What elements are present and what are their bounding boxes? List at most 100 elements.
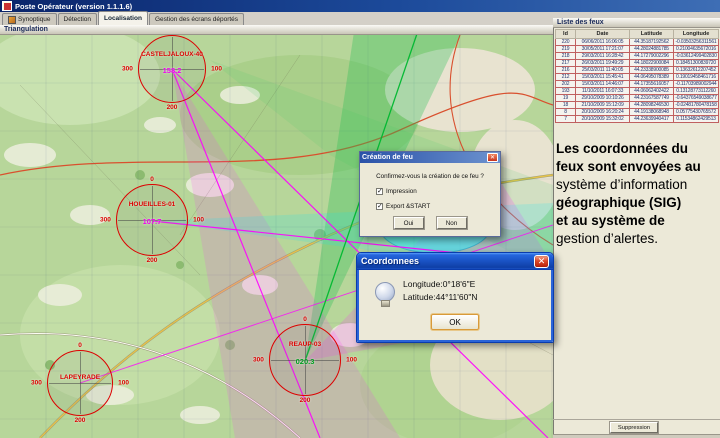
bearing-tick: 100 [211, 66, 222, 73]
tab-label: Synoptique [18, 16, 51, 23]
cell-date: 21/10/2009 15:12:09 [576, 102, 630, 109]
tab-label: Localisation [104, 15, 142, 22]
suppression-button[interactable]: Suppression [610, 422, 658, 433]
tab-bar: Synoptique Détection Localisation Gestio… [0, 12, 553, 25]
note-line: Les coordonnées du [556, 140, 718, 158]
table-row[interactable]: 216 25/03/2011 11:40:05 44.23338900085 0… [556, 67, 719, 74]
cell-date: 06/06/2011 16:06:05 [576, 39, 630, 46]
cell-latitude: 44.23167587749 [630, 95, 674, 102]
cell-longitude: -0.64376549038677 [674, 95, 719, 102]
cell-latitude: 44.17279002296 [630, 53, 674, 60]
cell-longitude: -0.02481780478158 [674, 102, 719, 109]
fire-dialog-titlebar[interactable]: Création de feu [360, 152, 500, 163]
bearing-tick: 200 [75, 417, 86, 424]
status-strip [553, 434, 720, 438]
table-row[interactable]: 218 29/03/2011 16:28:42 44.17279002296 -… [556, 53, 719, 60]
table-row[interactable]: 202 15/03/2011 14:46:07 44.17355616057 -… [556, 81, 719, 88]
cell-latitude: 44.28024881785 [630, 46, 674, 53]
tab-synoptique[interactable]: Synoptique [2, 13, 57, 25]
tab-localisation[interactable]: Localisation [98, 11, 148, 25]
non-button[interactable]: Non [437, 217, 467, 229]
table-row[interactable]: 8 20/10/2009 16:20:24 44.19138068948 0.0… [556, 109, 719, 116]
fire-table: IdDateLatitudeLongitude 220 06/06/2011 1… [555, 29, 719, 123]
cell-date: 30/05/2011 17:21:07 [576, 46, 630, 53]
cell-date: 25/03/2011 11:40:05 [576, 67, 630, 74]
fire-list-header: Liste des feux [553, 18, 720, 28]
oui-button[interactable]: Oui [394, 217, 424, 229]
dialog-buttons: Oui Non [360, 217, 500, 229]
table-row[interactable]: 212 15/03/2011 15:45:41 44.06495078389 0… [556, 74, 719, 81]
cell-id: 19 [556, 95, 576, 102]
table-row[interactable]: 19 29/10/2009 10:10:26 44.23167587749 -0… [556, 95, 719, 102]
cell-latitude: 44.23639940417 [630, 116, 674, 123]
bulb-icon [375, 282, 395, 302]
table-row[interactable]: 193 11/10/2011 16:07:33 44.06062402422 0… [556, 88, 719, 95]
table-row[interactable]: 7 20/10/2009 15:32:02 44.23639940417 0.1… [556, 116, 719, 123]
checkbox-icon[interactable] [376, 203, 383, 210]
table-row[interactable]: 217 26/03/2011 19:49:29 44.18022900084 0… [556, 60, 719, 67]
fire-table-body: 220 06/06/2011 16:06:05 44.35187192562 -… [556, 39, 719, 123]
cell-id: 202 [556, 81, 576, 88]
station-houeilles[interactable]: 0 100 200 300 HOUEILLES-01 107.7 [116, 184, 188, 256]
table-row[interactable]: 18 21/10/2009 15:12:09 44.28098246530 -0… [556, 102, 719, 109]
bearing-tick: 300 [122, 66, 133, 73]
tab-gestion-ecrans-deportes[interactable]: Gestion des écrans déportés [149, 13, 244, 25]
column-header[interactable]: Longitude [674, 30, 719, 39]
column-header[interactable]: Id [556, 30, 576, 39]
table-row[interactable]: 219 30/05/2011 17:21:07 44.28024881785 0… [556, 46, 719, 53]
cell-longitude: 0.11534862429513 [674, 116, 719, 123]
cell-id: 193 [556, 88, 576, 95]
cell-longitude: -0.03612499402830 [674, 53, 719, 60]
column-header[interactable]: Latitude [630, 30, 674, 39]
bearing-tick: 0 [303, 316, 307, 323]
cell-id: 218 [556, 53, 576, 60]
cell-latitude: 44.28098246530 [630, 102, 674, 109]
cell-longitude: 0.21004635672016 [674, 46, 719, 53]
coords-dialog-titlebar[interactable]: Coordonnees [357, 253, 553, 270]
table-row[interactable]: 220 06/06/2011 16:06:05 44.35187192562 -… [556, 39, 719, 46]
cell-date: 15/03/2011 14:46:07 [576, 81, 630, 88]
station-casteljaloux[interactable]: 0 100 200 300 CASTELJALOUX-40 158.2 [138, 35, 206, 103]
bearing-tick: 0 [150, 176, 154, 183]
synoptique-tab-icon [8, 16, 16, 24]
station-reaup[interactable]: 0 100 200 300 REAUP-03 020.3 [269, 324, 341, 396]
fire-dialog-title: Création de feu [362, 154, 413, 161]
bearing-tick: 200 [147, 257, 158, 264]
cell-date: 29/03/2011 16:28:42 [576, 53, 630, 60]
cell-longitude: 0.05775430765572 [674, 109, 719, 116]
checkbox-label: Export &START [386, 203, 430, 210]
longitude-value: Longitude:0°18'6"E [403, 278, 478, 291]
checkbox-icon[interactable] [376, 188, 383, 195]
bearing-tick: 300 [253, 357, 264, 364]
close-icon[interactable] [534, 255, 549, 268]
station-name: CASTELJALOUX-40 [104, 51, 240, 58]
fire-table-header-row: IdDateLatitudeLongitude [556, 30, 719, 39]
note-line: et au système de [556, 212, 718, 230]
coordinates-text: Longitude:0°18'6"E Latitude:44°11'60"N [403, 278, 478, 304]
note-line: géographique (SIG) [556, 194, 718, 212]
crosshair [49, 383, 111, 384]
cell-latitude: 44.17355616057 [630, 81, 674, 88]
station-bearing-value: 158.2 [138, 66, 206, 75]
cell-id: 220 [556, 39, 576, 46]
column-header[interactable]: Date [576, 30, 630, 39]
app-icon [2, 1, 12, 11]
cell-date: 20/10/2009 15:32:02 [576, 116, 630, 123]
triangulation-header: Triangulation [0, 25, 553, 35]
cell-id: 212 [556, 74, 576, 81]
coords-dialog-title: Coordonnees [361, 256, 419, 266]
impression-checkbox-row[interactable]: Impression [376, 188, 500, 195]
export-checkbox-row[interactable]: Export &START [376, 203, 500, 210]
cell-id: 18 [556, 102, 576, 109]
tab-label: Détection [64, 16, 91, 23]
station-lapeyrade[interactable]: 0 100 200 300 LAPEYRADE [47, 350, 113, 416]
cell-longitude: 0.13632612207452 [674, 67, 719, 74]
window-title: Poste Opérateur (version 1.1.1.6) [15, 2, 132, 11]
ok-button[interactable]: OK [431, 314, 479, 330]
triangulation-title: Triangulation [4, 26, 48, 33]
bearing-tick: 300 [100, 217, 111, 224]
close-icon[interactable] [487, 153, 498, 162]
tab-detection[interactable]: Détection [58, 13, 97, 25]
cell-longitude: -0.11703989002944 [674, 81, 719, 88]
bearing-tick: 100 [346, 357, 357, 364]
